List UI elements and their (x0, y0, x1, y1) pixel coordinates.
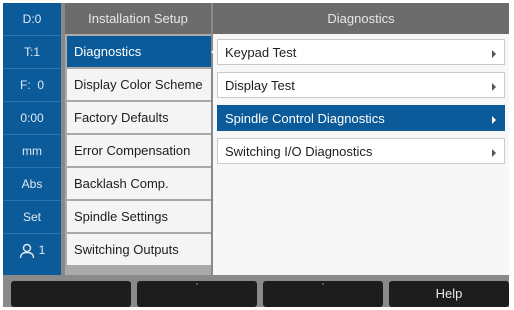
right-panel-title: Diagnostics (213, 3, 509, 34)
left-menu: Installation Setup Diagnostics Display C… (65, 3, 219, 275)
menu-item-backlash-comp[interactable]: Backlash Comp. (67, 168, 211, 199)
screen: D:0 T:1 F: 0 0:00 mm Abs Set 1 Installat… (3, 3, 509, 307)
softkey-bar: Help (3, 278, 509, 307)
menu-item-diagnostics[interactable]: Diagnostics (67, 36, 219, 67)
menu-item-switching-outputs[interactable]: Switching Outputs (67, 234, 211, 265)
status-bar: D:0 T:1 F: 0 0:00 mm Abs Set 1 (3, 3, 61, 275)
menu-item-label: Switching Outputs (74, 242, 179, 257)
chevron-right-icon (492, 149, 496, 157)
right-panel: Diagnostics Keypad Test Display Test Spi… (213, 3, 509, 275)
list-item-label: Switching I/O Diagnostics (225, 144, 373, 159)
list-item-label: Display Test (225, 78, 295, 93)
softkey-3[interactable] (263, 281, 383, 307)
units-status[interactable]: mm (3, 135, 61, 168)
user-number: 1 (38, 243, 46, 257)
feed-status[interactable]: F: 0 (3, 69, 61, 102)
user-status[interactable]: 1 (3, 234, 61, 267)
list-item-label: Spindle Control Diagnostics (225, 111, 385, 126)
menu-item-factory-defaults[interactable]: Factory Defaults (67, 102, 211, 133)
softkey-1[interactable] (11, 281, 131, 307)
softkey-dot (322, 283, 324, 285)
menu-item-label: Display Color Scheme (74, 77, 203, 92)
list-item-label: Keypad Test (225, 45, 297, 60)
timer-status[interactable]: 0:00 (3, 102, 61, 135)
softkey-2[interactable] (137, 281, 257, 307)
list-item-keypad-test[interactable]: Keypad Test (217, 39, 505, 65)
chevron-right-icon (492, 83, 496, 91)
list-item-spindle-control-diagnostics[interactable]: Spindle Control Diagnostics (217, 105, 505, 131)
datum-status[interactable]: D:0 (3, 3, 61, 36)
mode-status[interactable]: Abs (3, 168, 61, 201)
chevron-right-icon (492, 116, 496, 124)
diagnostics-list: Keypad Test Display Test Spindle Control… (213, 34, 509, 164)
menu-item-label: Spindle Settings (74, 209, 168, 224)
list-item-switching-io-diagnostics[interactable]: Switching I/O Diagnostics (217, 138, 505, 164)
person-icon (19, 243, 35, 259)
softkey-dot (196, 283, 198, 285)
menu-item-display-color-scheme[interactable]: Display Color Scheme (67, 69, 211, 100)
menu-item-spindle-settings[interactable]: Spindle Settings (67, 201, 211, 232)
menu-item-label: Backlash Comp. (74, 176, 169, 191)
left-menu-title: Installation Setup (65, 3, 211, 34)
tool-status[interactable]: T:1 (3, 36, 61, 69)
menu-item-label: Error Compensation (74, 143, 191, 158)
menu-item-label: Factory Defaults (74, 110, 169, 125)
set-status[interactable]: Set (3, 201, 61, 234)
list-item-display-test[interactable]: Display Test (217, 72, 505, 98)
help-softkey[interactable]: Help (389, 281, 509, 307)
menu-item-label: Diagnostics (74, 44, 142, 59)
menu-item-error-compensation[interactable]: Error Compensation (67, 135, 211, 166)
chevron-right-icon (492, 50, 496, 58)
